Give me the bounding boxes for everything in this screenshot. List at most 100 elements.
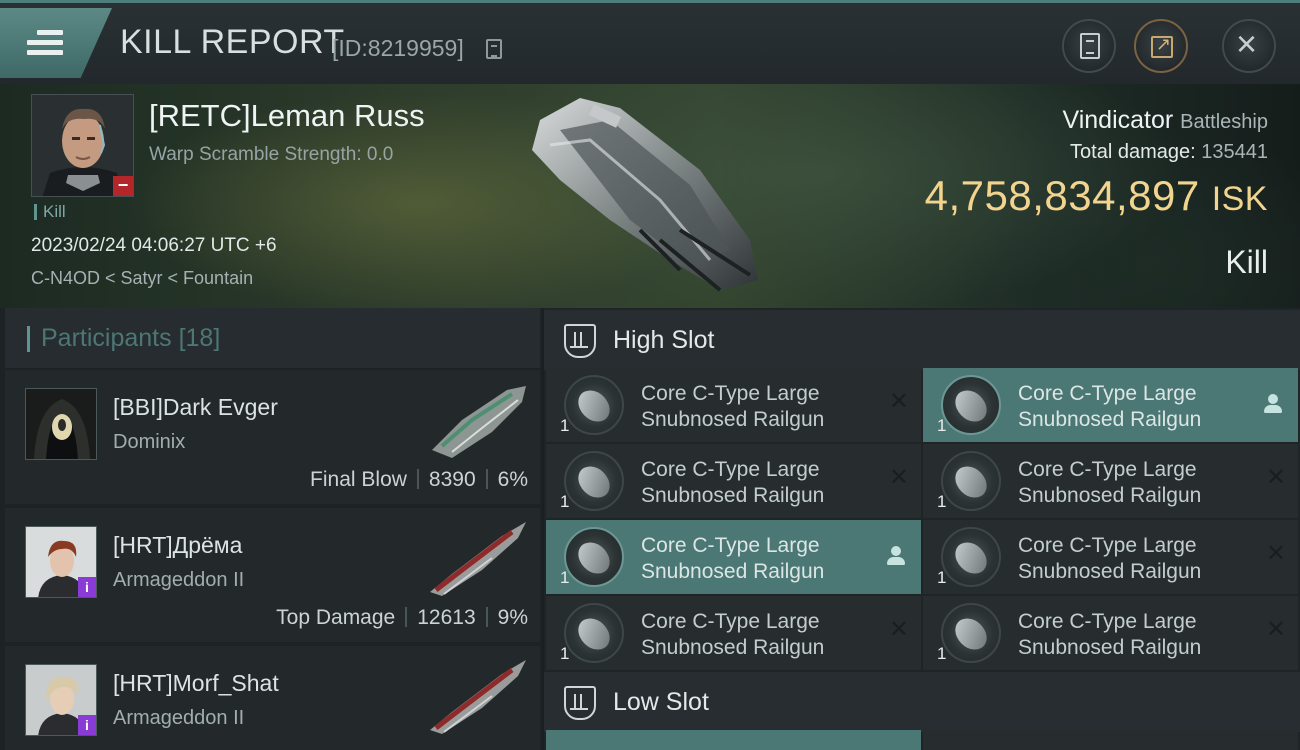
victim-ship-type[interactable]: Vindicator Battleship xyxy=(1062,106,1268,135)
module-qty: 1 xyxy=(937,568,947,587)
corp-badge: i xyxy=(78,715,96,735)
participant-percent: 6% xyxy=(497,468,528,491)
kill-tag: Kill xyxy=(34,203,66,220)
pilot-icon xyxy=(887,546,905,566)
participants-header[interactable]: Participants [18] xyxy=(5,308,540,368)
module-qty: 1 xyxy=(937,416,947,435)
isk-value: 4,758,834,897 ISK xyxy=(925,172,1268,220)
total-damage: Total damage: 135441 xyxy=(1070,141,1268,164)
module-item[interactable] xyxy=(546,730,921,750)
participant-percent: 9% xyxy=(497,606,528,629)
avatar[interactable]: i xyxy=(25,664,97,736)
share-icon xyxy=(1151,34,1173,58)
module-qty: 1 xyxy=(937,644,947,663)
module-item[interactable] xyxy=(923,730,1298,750)
isk-amount: 4,758,834,897 xyxy=(924,172,1200,219)
victim-ship-image[interactable] xyxy=(520,90,770,300)
module-name: Core C-Type Large Snubnosed Railgun xyxy=(1018,534,1202,583)
report-kind: Kill xyxy=(1225,244,1268,280)
victim-name[interactable]: [RETC]Leman Russ xyxy=(149,98,425,134)
copy-icon[interactable] xyxy=(486,39,502,59)
victim-portrait[interactable]: − xyxy=(31,94,134,197)
module-qty: 1 xyxy=(937,492,947,511)
ship-class: Battleship xyxy=(1180,111,1268,133)
victim-summary: − [RETC]Leman Russ Warp Scramble Strengt… xyxy=(0,84,1300,308)
close-button[interactable]: × xyxy=(1222,19,1276,73)
pilot-icon xyxy=(1264,394,1282,414)
x-icon: ✕ xyxy=(1265,616,1286,643)
low-slot-icon xyxy=(564,686,596,720)
fitting-panel: High Slot 1 Core C-Type Large Snubnosed R… xyxy=(544,308,1300,750)
close-icon: × xyxy=(1236,23,1258,64)
participant-ship: Armageddon II xyxy=(113,707,245,729)
railgun-icon xyxy=(941,527,1001,587)
participant-row[interactable]: i [HRT]Morf_Shat Armageddon II xyxy=(5,646,540,750)
participant-damage: 12613 xyxy=(417,606,476,629)
turret-slot-icon xyxy=(564,324,596,358)
clipboard-button[interactable] xyxy=(1062,19,1116,73)
header-accent xyxy=(27,326,30,352)
railgun-icon xyxy=(564,451,624,511)
participants-title: Participants [18] xyxy=(41,324,221,352)
participant-role: Final Blow xyxy=(310,468,407,491)
x-icon: ✕ xyxy=(888,388,909,415)
module-name: Core C-Type Large Snubnosed Railgun xyxy=(641,534,825,583)
participant-stats: Top Damage 12613 9% xyxy=(276,606,528,630)
module-name: Core C-Type Large Snubnosed Railgun xyxy=(641,382,825,431)
total-damage-label: Total damage: xyxy=(1070,141,1196,163)
module-name: Core C-Type Large Snubnosed Railgun xyxy=(1018,458,1202,507)
participants-panel: Participants [18] [BBI]Dark Evger Domini… xyxy=(0,308,542,750)
hostile-badge: − xyxy=(113,176,133,196)
participant-row[interactable]: [BBI]Dark Evger Dominix Final Blow 8390 6% xyxy=(5,370,540,504)
kill-datetime: 2023/02/24 04:06:27 UTC +6 xyxy=(31,235,277,256)
high-slot-title: High Slot xyxy=(613,326,715,354)
participant-stats: Final Blow 8390 6% xyxy=(310,468,528,492)
module-item[interactable]: 1 Core C-Type Large Snubnosed Railgun ✕ xyxy=(923,444,1298,518)
participant-name: [HRT]Дрёма xyxy=(113,532,243,558)
module-name: Core C-Type Large Snubnosed Railgun xyxy=(641,610,825,659)
low-slot-title: Low Slot xyxy=(613,688,709,716)
module-item[interactable]: 1 Core C-Type Large Snubnosed Railgun ✕ xyxy=(546,444,921,518)
railgun-icon xyxy=(941,451,1001,511)
warp-scramble: Warp Scramble Strength: 0.0 xyxy=(149,144,394,165)
share-button[interactable] xyxy=(1134,19,1188,73)
module-item[interactable]: 1 Core C-Type Large Snubnosed Railgun xyxy=(923,368,1298,442)
menu-button[interactable] xyxy=(0,8,112,78)
participant-role: Top Damage xyxy=(276,606,396,629)
participant-name: [BBI]Dark Evger xyxy=(113,394,278,420)
module-item[interactable]: 1 Core C-Type Large Snubnosed Railgun xyxy=(546,520,921,594)
hamburger-icon xyxy=(27,30,63,56)
module-name: Core C-Type Large Snubnosed Railgun xyxy=(1018,610,1202,659)
report-id: [ID:8219959] xyxy=(332,35,464,61)
x-icon: ✕ xyxy=(888,464,909,491)
module-qty: 1 xyxy=(560,492,570,511)
kill-location[interactable]: C-N4OD < Satyr < Fountain xyxy=(31,268,253,289)
participants-count: [18] xyxy=(178,324,221,352)
module-qty: 1 xyxy=(560,416,570,435)
avatar[interactable]: i xyxy=(25,526,97,598)
corp-badge: i xyxy=(78,577,96,597)
participant-ship: Dominix xyxy=(113,431,186,453)
x-icon: ✕ xyxy=(1265,464,1286,491)
x-icon: ✕ xyxy=(888,616,909,643)
railgun-icon xyxy=(564,375,624,435)
ship-name: Vindicator xyxy=(1062,106,1174,134)
participant-damage: 8390 xyxy=(428,468,476,491)
page-title: KILL REPORT xyxy=(120,23,345,61)
railgun-icon xyxy=(564,527,624,587)
participant-ship-image xyxy=(432,386,526,458)
module-name: Core C-Type Large Snubnosed Railgun xyxy=(1018,382,1202,431)
participant-row[interactable]: i [HRT]Дрёма Armageddon II Top Damage 126… xyxy=(5,508,540,642)
railgun-icon xyxy=(941,603,1001,663)
railgun-icon xyxy=(564,603,624,663)
module-item[interactable]: 1 Core C-Type Large Snubnosed Railgun ✕ xyxy=(546,368,921,442)
module-item[interactable]: 1 Core C-Type Large Snubnosed Railgun ✕ xyxy=(546,596,921,670)
module-item[interactable]: 1 Core C-Type Large Snubnosed Railgun ✕ xyxy=(923,596,1298,670)
x-icon: ✕ xyxy=(1265,540,1286,567)
high-slot-header: High Slot xyxy=(544,310,1300,370)
module-item[interactable]: 1 Core C-Type Large Snubnosed Railgun ✕ xyxy=(923,520,1298,594)
participant-name: [HRT]Morf_Shat xyxy=(113,670,279,696)
clipboard-icon xyxy=(1080,33,1100,59)
avatar[interactable] xyxy=(25,388,97,460)
low-slot-header: Low Slot xyxy=(544,672,1300,732)
